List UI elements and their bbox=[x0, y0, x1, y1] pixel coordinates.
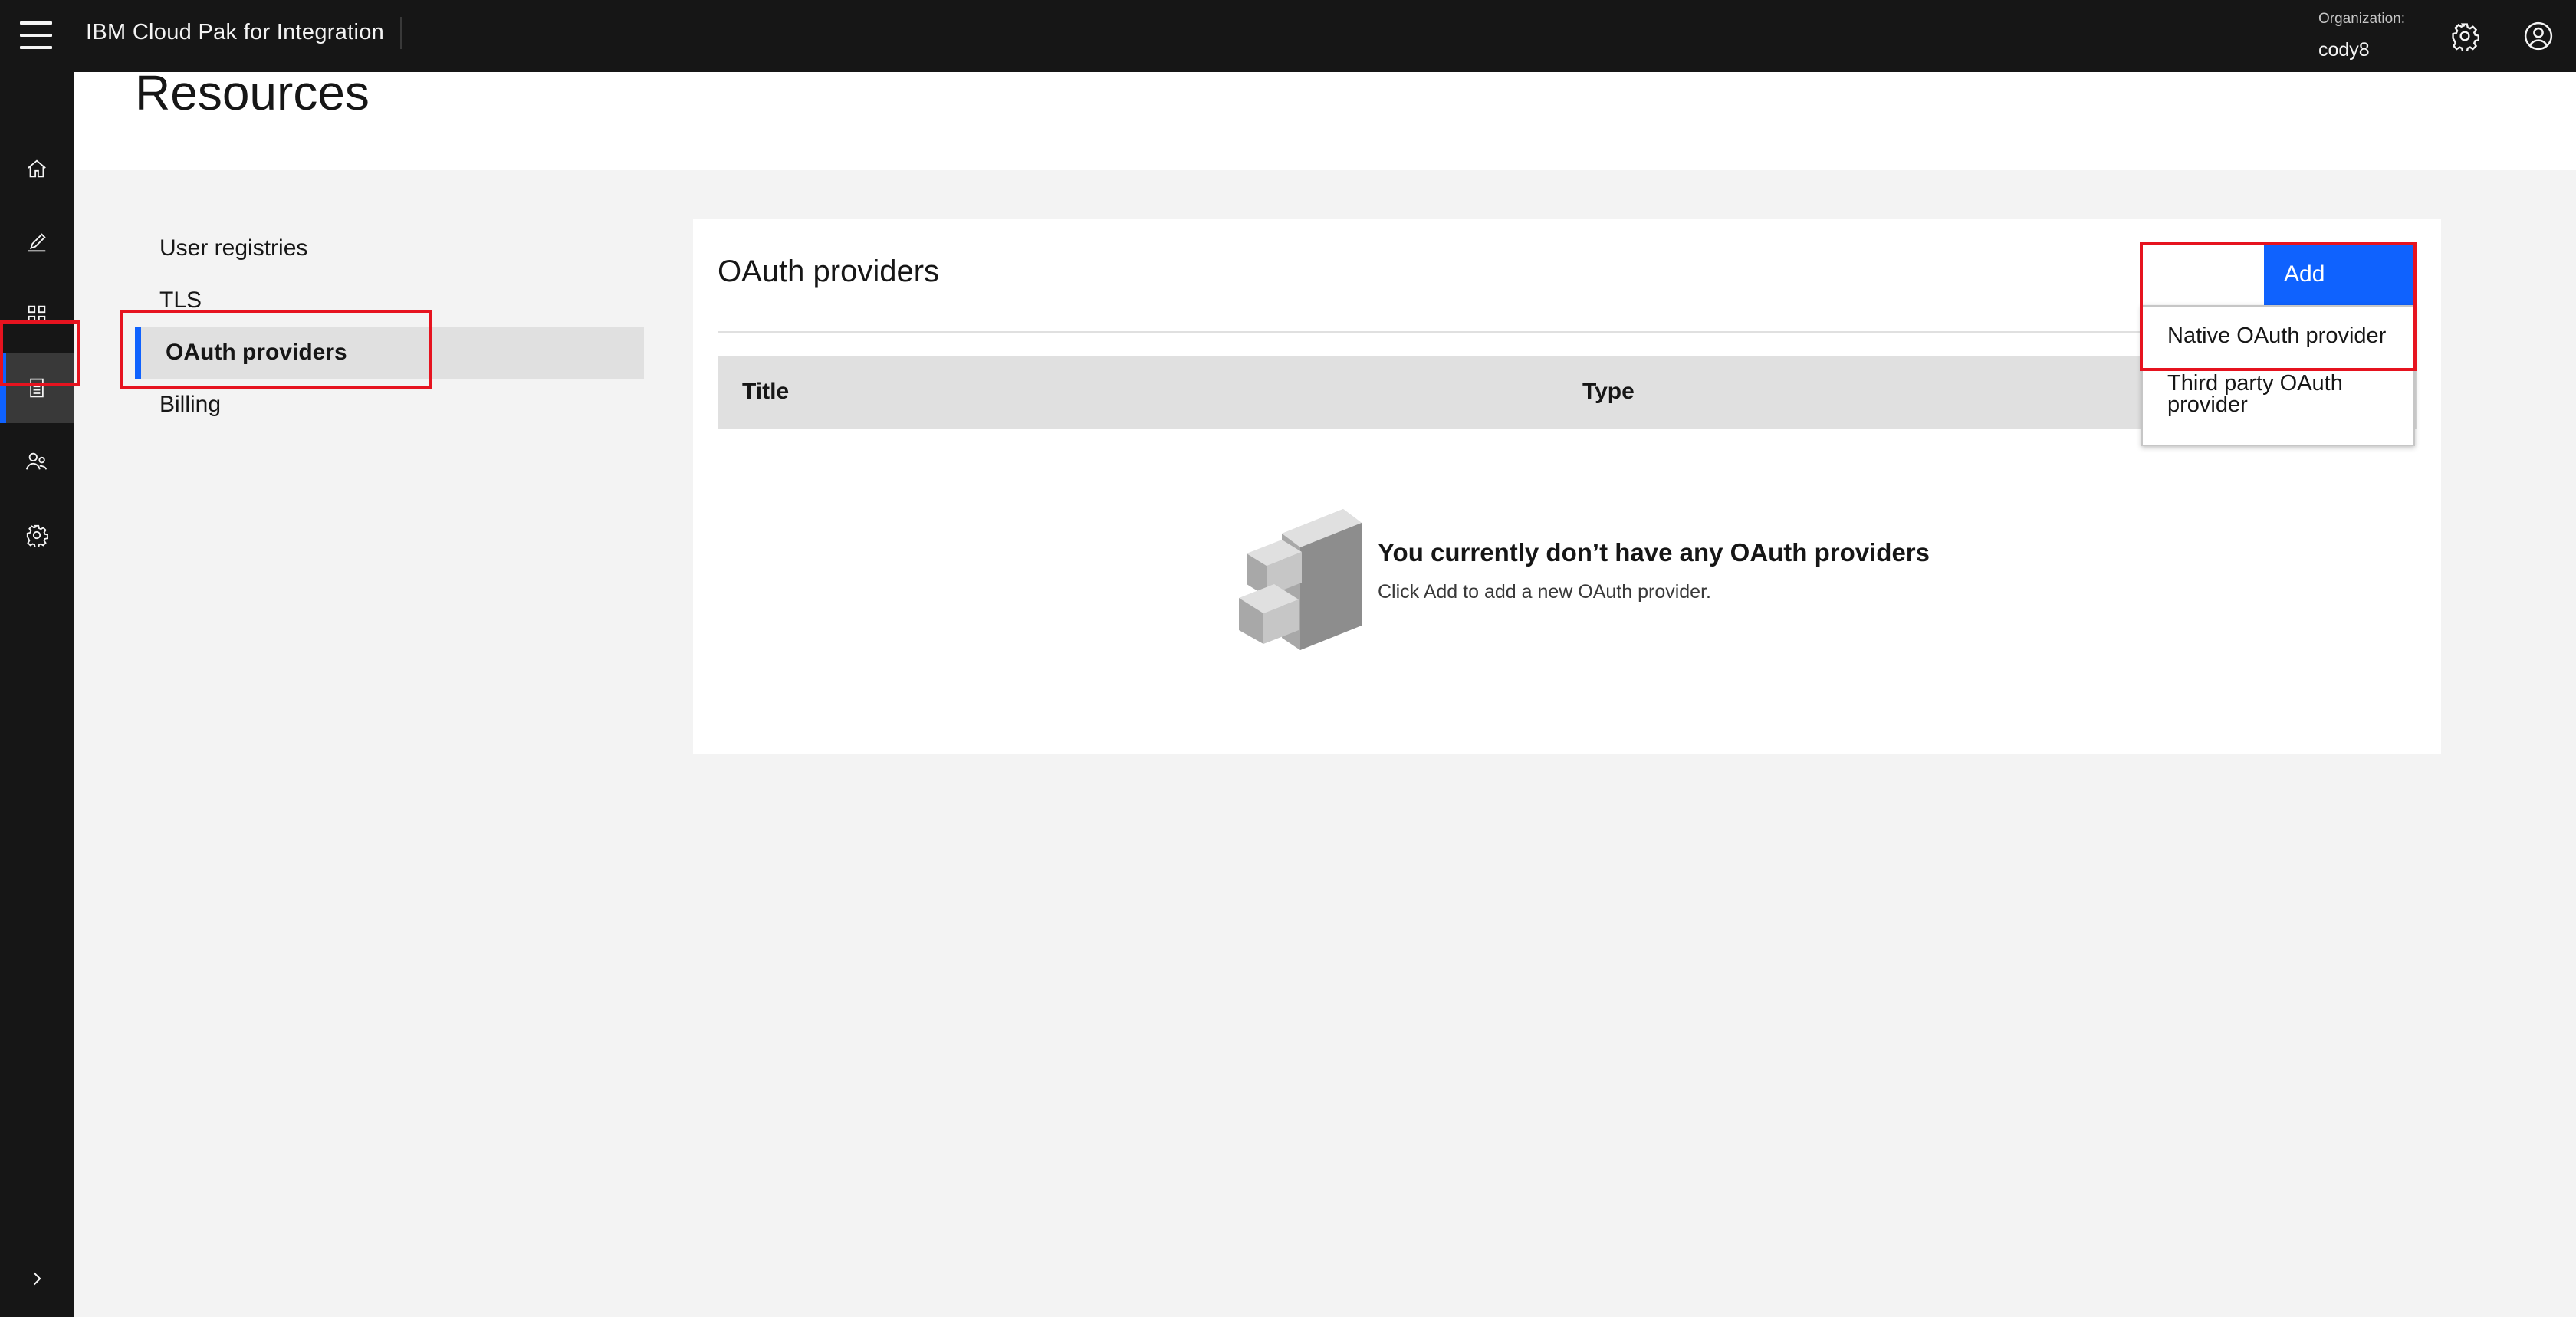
column-header-type[interactable]: Type bbox=[1582, 379, 1635, 405]
expand-nav-button[interactable] bbox=[0, 1242, 74, 1315]
subnav-item-oauth-providers[interactable]: OAuth providers bbox=[135, 327, 644, 379]
members-icon bbox=[25, 452, 48, 470]
rail-edit-button[interactable] bbox=[0, 207, 74, 278]
empty-state-description: Click Add to add a new OAuth provider. bbox=[1378, 581, 1711, 603]
add-button-container: Add bbox=[2141, 244, 2415, 305]
organization-selector[interactable]: cody8 bbox=[2318, 39, 2370, 61]
column-header-title[interactable]: Title bbox=[742, 379, 789, 405]
rail-home-button[interactable] bbox=[0, 133, 74, 204]
chevron-right-icon bbox=[33, 1272, 41, 1286]
rail-members-button[interactable] bbox=[0, 426, 74, 497]
home-icon bbox=[28, 159, 46, 178]
user-avatar-icon[interactable] bbox=[2519, 17, 2558, 55]
hamburger-menu-icon[interactable] bbox=[20, 21, 52, 49]
side-nav-rail bbox=[0, 72, 74, 1317]
top-header: IBM Cloud Pak for Integration Organizati… bbox=[0, 0, 2576, 72]
apps-grid-icon bbox=[28, 305, 46, 324]
subnav-item-tls[interactable]: TLS bbox=[135, 274, 644, 327]
menu-item-third-party-oauth-provider[interactable]: Third party OAuth provider bbox=[2143, 373, 2365, 416]
rail-settings-button[interactable] bbox=[0, 500, 74, 570]
empty-state-title: You currently don’t have any OAuth provi… bbox=[1378, 538, 1930, 567]
resources-subnav: User registries TLS OAuth providers Bill… bbox=[135, 222, 644, 431]
app-title[interactable]: IBM Cloud Pak for Integration bbox=[86, 20, 384, 45]
resources-icon bbox=[30, 378, 44, 398]
add-dropdown-menu: Native OAuth provider Third party OAuth … bbox=[2141, 305, 2415, 446]
rail-resources-button[interactable] bbox=[0, 353, 74, 423]
organization-label: Organization: bbox=[2318, 11, 2406, 27]
empty-drawer-illustration bbox=[1239, 509, 1362, 650]
card-title: OAuth providers bbox=[718, 255, 940, 288]
page-title: Resources bbox=[135, 65, 370, 120]
add-button[interactable]: Add bbox=[2264, 244, 2415, 305]
header-divider bbox=[400, 17, 402, 49]
rail-apps-button[interactable] bbox=[0, 279, 74, 350]
edit-icon bbox=[28, 233, 46, 252]
menu-item-native-oauth-provider[interactable]: Native OAuth provider bbox=[2143, 325, 2413, 347]
subnav-item-user-registries[interactable]: User registries bbox=[135, 222, 644, 274]
subnav-item-billing[interactable]: Billing bbox=[135, 379, 644, 431]
settings-icon bbox=[26, 524, 48, 547]
gear-icon[interactable] bbox=[2446, 17, 2484, 55]
page-header: Resources bbox=[74, 65, 2576, 170]
